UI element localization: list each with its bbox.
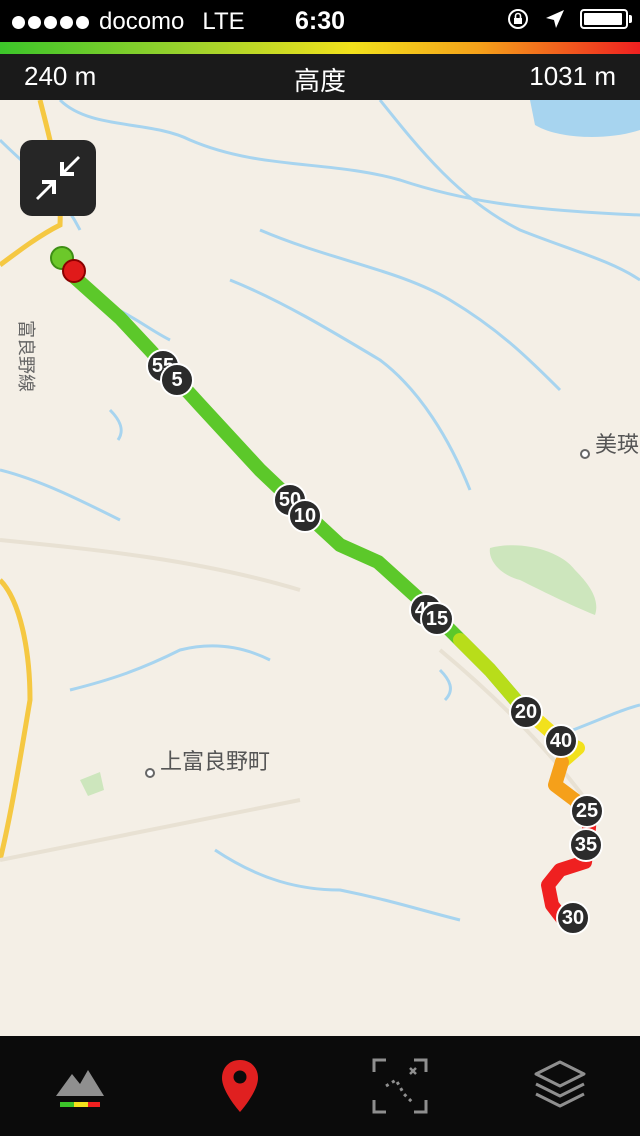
- tab-elevation[interactable]: [0, 1036, 160, 1136]
- km-marker[interactable]: 40: [544, 724, 578, 758]
- km-marker[interactable]: 15: [420, 602, 454, 636]
- tab-layers[interactable]: [480, 1036, 640, 1136]
- tab-map[interactable]: [160, 1036, 320, 1136]
- km-marker[interactable]: 30: [556, 901, 590, 935]
- collapse-arrows-icon: [36, 156, 80, 200]
- mountain-icon: [56, 1070, 104, 1107]
- km-marker[interactable]: 5: [160, 363, 194, 397]
- altitude-gradient-legend: [0, 42, 640, 54]
- fit-route-icon: [372, 1058, 428, 1114]
- orientation-lock-icon: [508, 9, 528, 29]
- km-marker[interactable]: 25: [570, 794, 604, 828]
- battery-icon: [580, 9, 632, 29]
- route-end-marker[interactable]: [62, 259, 86, 283]
- map-view[interactable]: 富良野線: [0, 100, 640, 1036]
- place-dot-biei: [580, 449, 590, 459]
- km-marker[interactable]: 20: [509, 695, 543, 729]
- status-bar: docomo LTE 6:30: [0, 0, 640, 42]
- km-marker[interactable]: 35: [569, 828, 603, 862]
- km-marker[interactable]: 10: [288, 499, 322, 533]
- place-label-kamifurano: 上富良野町: [160, 749, 271, 774]
- tab-bar: [0, 1036, 640, 1136]
- location-arrow-icon: [546, 10, 564, 28]
- layers-icon: [534, 1060, 586, 1108]
- tab-fit-route[interactable]: [320, 1036, 480, 1136]
- collapse-button[interactable]: [20, 140, 96, 216]
- place-dot-kamifurano: [145, 768, 155, 778]
- railway-label: 富良野線: [15, 320, 36, 392]
- altitude-max: 1031 m: [529, 61, 616, 91]
- place-label-biei: 美瑛: [595, 432, 640, 457]
- altitude-legend: 240 m 高度 1031 m: [0, 54, 640, 100]
- map-pin-icon: [222, 1060, 258, 1112]
